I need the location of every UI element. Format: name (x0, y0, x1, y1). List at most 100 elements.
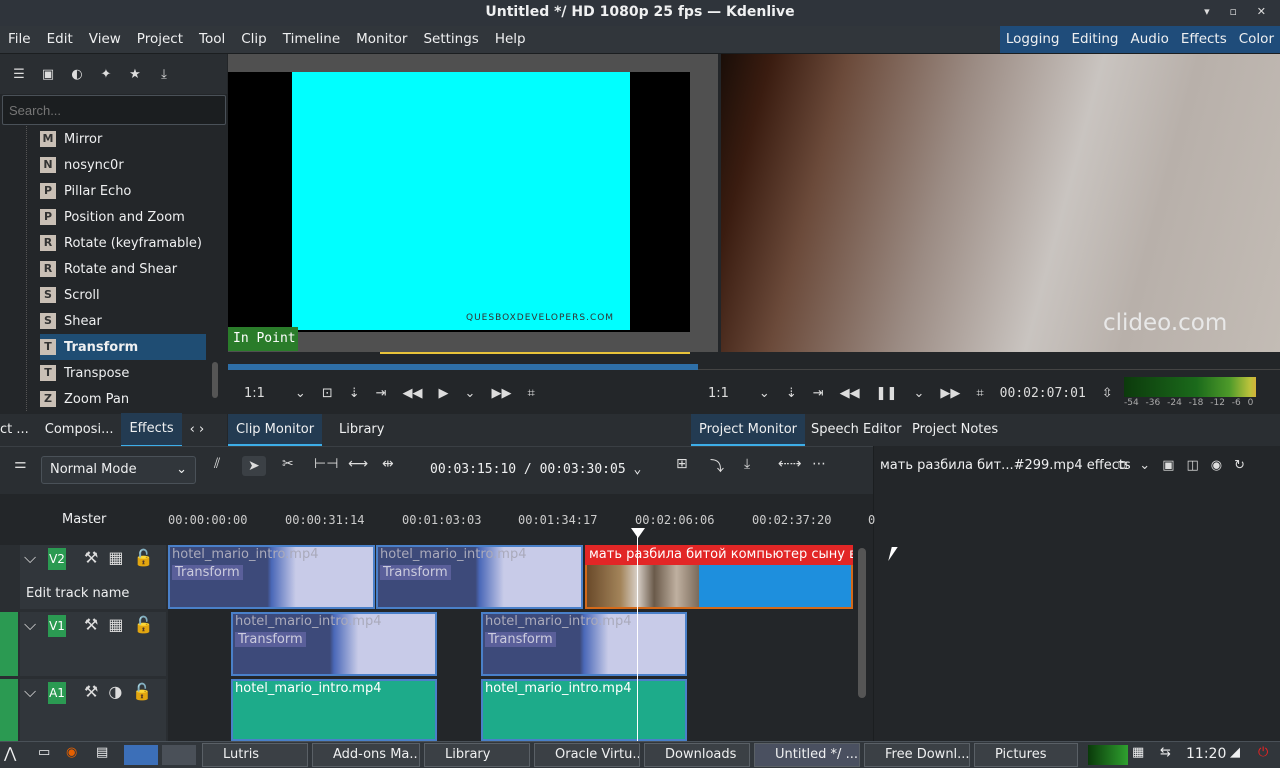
track-controls-v1[interactable]: ⚒▦🔓 (84, 615, 163, 634)
roll-tool-icon[interactable]: ⇹ (382, 456, 394, 472)
effect-item[interactable]: R Rotate (keyframable) (40, 230, 206, 256)
effect-item-selected[interactable]: T Transform (40, 334, 206, 360)
rewind-icon[interactable]: ◀◀ (395, 386, 431, 401)
insert-icon[interactable]: ⤵ (710, 456, 724, 476)
effect-item[interactable]: M Mirror (40, 126, 206, 152)
eye-icon[interactable]: ◉ (1211, 458, 1234, 473)
play-icon[interactable]: ▶ (431, 386, 457, 401)
workspace-1-icon[interactable] (124, 745, 158, 765)
forward-icon[interactable]: ▶▶ (483, 386, 519, 401)
list-icon[interactable]: ☰ (10, 67, 28, 82)
set-in-icon[interactable]: ⇣ (778, 386, 805, 401)
custom-icon[interactable]: ✦ (97, 67, 115, 82)
project-monitor-video[interactable] (721, 54, 1280, 352)
clock[interactable]: 11:20 (1186, 746, 1226, 762)
power-icon[interactable]: ⏻ (1258, 745, 1268, 760)
clip-monitor-ruler[interactable] (228, 352, 698, 370)
tab-compositions[interactable]: Composi... (37, 414, 122, 446)
track-name-a1[interactable]: A1 (48, 682, 66, 704)
set-out-icon[interactable]: ⇥ (805, 386, 832, 401)
timeline-clip[interactable]: hotel_mario_intro.mp4 Transform (168, 545, 375, 609)
spin-icon[interactable]: ⇳ (1094, 386, 1121, 401)
audio-icon[interactable]: ◐ (68, 67, 86, 82)
firefox-icon[interactable]: ◉ (66, 745, 77, 760)
workspace-logging[interactable]: Logging (1000, 26, 1066, 53)
effect-item[interactable]: P Pillar Echo (40, 178, 206, 204)
save-icon[interactable]: ▣ (1162, 458, 1186, 473)
chevron-down-icon[interactable]: ⌄ (905, 386, 932, 401)
track-controls-v2[interactable]: ⚒▦🔓 (84, 548, 163, 567)
notifications-icon[interactable]: ◢ (1230, 745, 1240, 760)
timeline-clip[interactable]: hotel_mario_intro.mp4 Transform (231, 612, 437, 676)
track-controls-a1[interactable]: ⚒◑🔓 (84, 682, 162, 701)
tab-speech-editor[interactable]: Speech Editor (803, 414, 910, 446)
set-in-icon[interactable]: ⇣ (341, 386, 368, 401)
crop-icon[interactable]: ⌗ (968, 386, 991, 401)
menu-project[interactable]: Project (129, 26, 191, 53)
playhead-marker-icon[interactable] (631, 528, 645, 538)
compare-icon[interactable]: ⧉ (1118, 458, 1139, 473)
menu-monitor[interactable]: Monitor (348, 26, 415, 53)
workspace-editing[interactable]: Editing (1065, 26, 1124, 53)
timeline-scrollbar[interactable] (858, 548, 866, 698)
project-monitor-ruler[interactable] (698, 352, 1280, 370)
razor-tool-icon[interactable]: ✂ (282, 456, 294, 472)
task-virtualbox[interactable]: Oracle Virtu... (534, 743, 640, 767)
task-library[interactable]: Library (424, 743, 530, 767)
split-icon[interactable]: ◫ (1187, 458, 1211, 473)
effect-item[interactable]: Z Zoom Pan (40, 386, 206, 412)
extract-icon[interactable]: ⋯ (812, 456, 826, 472)
tab-effects[interactable]: Effects (121, 413, 182, 447)
download-icon[interactable]: ⤓ (155, 67, 173, 82)
effect-item[interactable]: R Rotate and Shear (40, 256, 206, 282)
ripple-tool-icon[interactable]: ⟷ (348, 456, 368, 472)
menu-timeline[interactable]: Timeline (275, 26, 348, 53)
pause-icon[interactable]: ❚❚ (868, 386, 906, 401)
start-menu-icon[interactable]: ⋀ (4, 744, 16, 762)
effect-item[interactable]: T Transpose (40, 360, 206, 386)
save-icon[interactable]: ▣ (39, 67, 57, 82)
track-name-v1[interactable]: V1 (48, 615, 66, 637)
menu-clip[interactable]: Clip (233, 26, 275, 53)
task-kdenlive[interactable]: Untitled */ ... (754, 743, 860, 767)
reset-icon[interactable]: ↻ (1234, 458, 1257, 473)
split-audio-icon[interactable]: ⊞ (676, 456, 688, 472)
effect-item[interactable]: P Position and Zoom (40, 204, 206, 230)
spacer-tool-icon[interactable]: ⫽ (214, 456, 220, 472)
desktop-icon[interactable]: ▭ (38, 745, 50, 760)
tray-app-icon[interactable]: ⇆ (1160, 745, 1171, 760)
collapse-icon[interactable]: ⌵ (24, 682, 46, 702)
rewind-icon[interactable]: ◀◀ (832, 386, 868, 401)
task-pictures[interactable]: Pictures (974, 743, 1078, 767)
collapse-icon[interactable]: ⌵ (24, 615, 46, 635)
workspace-audio[interactable]: Audio (1124, 26, 1174, 53)
track-name-v2[interactable]: V2 (48, 548, 66, 570)
tab-library[interactable]: Library (331, 414, 392, 446)
effects-search-input[interactable] (2, 95, 226, 125)
workspace-color[interactable]: Color (1233, 26, 1280, 53)
menu-file[interactable]: File (0, 26, 39, 53)
task-free-download[interactable]: Free Downl... (864, 743, 970, 767)
chevron-down-icon[interactable]: ⌄ (273, 386, 314, 401)
timeline-clip[interactable]: hotel_mario_intro.mp4 Transform (481, 612, 687, 676)
clip-zoom-select[interactable]: 1:1 (228, 386, 273, 401)
select-tool-icon[interactable]: ➤ (242, 456, 266, 476)
chevron-down-icon[interactable]: ⌄ (634, 462, 642, 477)
forward-icon[interactable]: ▶▶ (932, 386, 968, 401)
task-addons[interactable]: Add-ons Ma... (312, 743, 420, 767)
tab-project-notes[interactable]: Project Notes (904, 414, 1006, 446)
slip-tool-icon[interactable]: ⊢⊣ (314, 456, 338, 472)
track-settings-icon[interactable]: ⚌ (14, 456, 27, 472)
tab-arrows[interactable]: ‹ › (182, 414, 213, 446)
lift-icon[interactable]: ⇠⇢ (778, 456, 801, 472)
star-icon[interactable]: ★ (126, 67, 144, 82)
window-controls[interactable]: ▾ ▫ ✕ (1204, 0, 1274, 24)
tab-project-bin[interactable]: ct ... (0, 414, 37, 446)
chevron-down-icon[interactable]: ⌄ (737, 386, 778, 401)
effect-item[interactable]: Nnosync0r (40, 152, 206, 178)
effect-item[interactable]: S Scroll (40, 282, 206, 308)
menu-edit[interactable]: Edit (39, 26, 81, 53)
playhead[interactable] (637, 530, 638, 741)
collapse-icon[interactable]: ⌵ (24, 548, 46, 568)
fullscreen-icon[interactable]: ⊡ (314, 386, 341, 401)
